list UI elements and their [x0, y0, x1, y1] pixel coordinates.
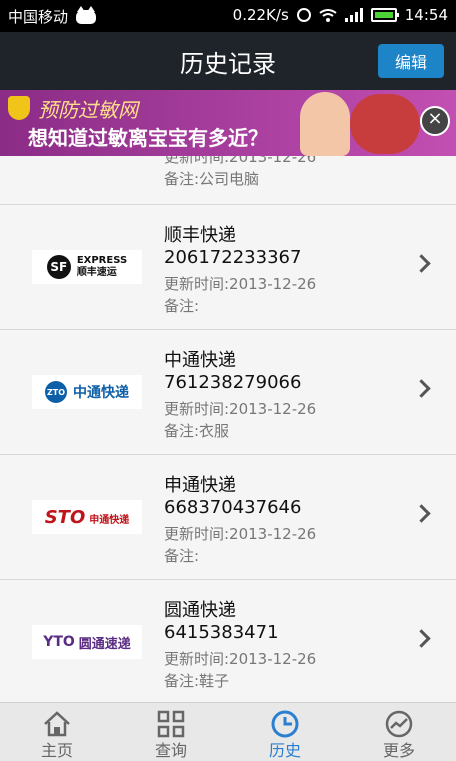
- close-icon[interactable]: ×: [420, 106, 450, 136]
- bottom-tab-bar: 主页 查询 历史 更多: [0, 702, 456, 761]
- tab-more[interactable]: 更多: [342, 703, 456, 761]
- query-icon: [156, 709, 186, 739]
- chevron-right-icon: [412, 379, 431, 398]
- carrier-name: 圆通快递: [164, 600, 236, 621]
- list-item[interactable]: YTO 圆通速递 圆通快递 6415383471 更新时间:2013-12-26 …: [0, 580, 456, 702]
- carrier-label: 中国移动: [8, 8, 69, 26]
- item-note: 备注:衣服: [164, 422, 230, 440]
- updated-time: 更新时间:2013-12-26: [164, 275, 317, 293]
- updated-time: 更新时间:2013-12-26: [164, 525, 317, 543]
- item-note: 备注:公司电脑: [164, 170, 260, 188]
- network-speed: 0.22K/s: [232, 6, 289, 24]
- zto-logo: ZTO 中通快递: [32, 375, 142, 409]
- notification-cat-icon: [76, 5, 97, 24]
- ad-banner[interactable]: 预防过敏网 想知道过敏离宝宝有多近？ ×: [0, 90, 456, 156]
- chevron-right-icon: [412, 254, 431, 273]
- yto-logo: YTO 圆通速递: [32, 625, 142, 659]
- wifi-icon: [319, 8, 337, 22]
- tracking-number: 668370437646: [164, 497, 302, 518]
- more-icon: [384, 709, 414, 739]
- tab-history[interactable]: 历史: [228, 703, 342, 761]
- ad-monster-image: [350, 94, 420, 154]
- carrier-name: 申通快递: [164, 475, 236, 496]
- battery-icon: [370, 8, 399, 22]
- item-note: 备注:鞋子: [164, 672, 230, 690]
- list-item[interactable]: 更新时间:2013-12-26 备注:公司电脑: [0, 156, 456, 205]
- item-note: 备注:: [164, 297, 200, 315]
- ad-girl-image: [300, 92, 350, 156]
- sf-logo: SF EXPRESS 顺丰速运: [32, 250, 142, 284]
- sto-logo: STO 申通快递: [32, 500, 142, 534]
- history-icon: [270, 709, 300, 739]
- tab-home[interactable]: 主页: [0, 703, 114, 761]
- shield-icon: [8, 96, 30, 120]
- updated-time: 更新时间:2013-12-26: [164, 156, 317, 166]
- alarm-icon: [296, 8, 311, 22]
- tracking-number: 206172233367: [164, 247, 302, 268]
- carrier-name: 顺丰快递: [164, 225, 236, 246]
- signal-icon: [344, 8, 363, 22]
- list-item[interactable]: STO 申通快递 申通快递 668370437646 更新时间:2013-12-2…: [0, 455, 456, 580]
- status-bar: 中国移动 0.22K/s 14:54: [0, 0, 456, 32]
- title-bar: 历史记录 编辑: [0, 32, 456, 90]
- carrier-name: 中通快递: [164, 350, 236, 371]
- tracking-number: 761238279066: [164, 372, 302, 393]
- status-time: 14:54: [404, 6, 448, 24]
- edit-button[interactable]: 编辑: [378, 44, 444, 78]
- ad-brand: 预防过敏网: [38, 98, 138, 122]
- updated-time: 更新时间:2013-12-26: [164, 400, 317, 418]
- chevron-right-icon: [412, 504, 431, 523]
- ad-text: 想知道过敏离宝宝有多近？: [28, 126, 268, 150]
- item-note: 备注:: [164, 547, 200, 565]
- list-item[interactable]: ZTO 中通快递 中通快递 761238279066 更新时间:2013-12-2…: [0, 330, 456, 455]
- home-icon: [42, 709, 72, 739]
- tracking-number: 6415383471: [164, 622, 279, 643]
- chevron-right-icon: [412, 629, 431, 648]
- history-list[interactable]: 更新时间:2013-12-26 备注:公司电脑 SF EXPRESS 顺丰速运 顺…: [0, 156, 456, 702]
- list-item[interactable]: SF EXPRESS 顺丰速运 顺丰快递 206172233367 更新时间:20…: [0, 205, 456, 330]
- tab-query[interactable]: 查询: [114, 703, 228, 761]
- updated-time: 更新时间:2013-12-26: [164, 650, 317, 668]
